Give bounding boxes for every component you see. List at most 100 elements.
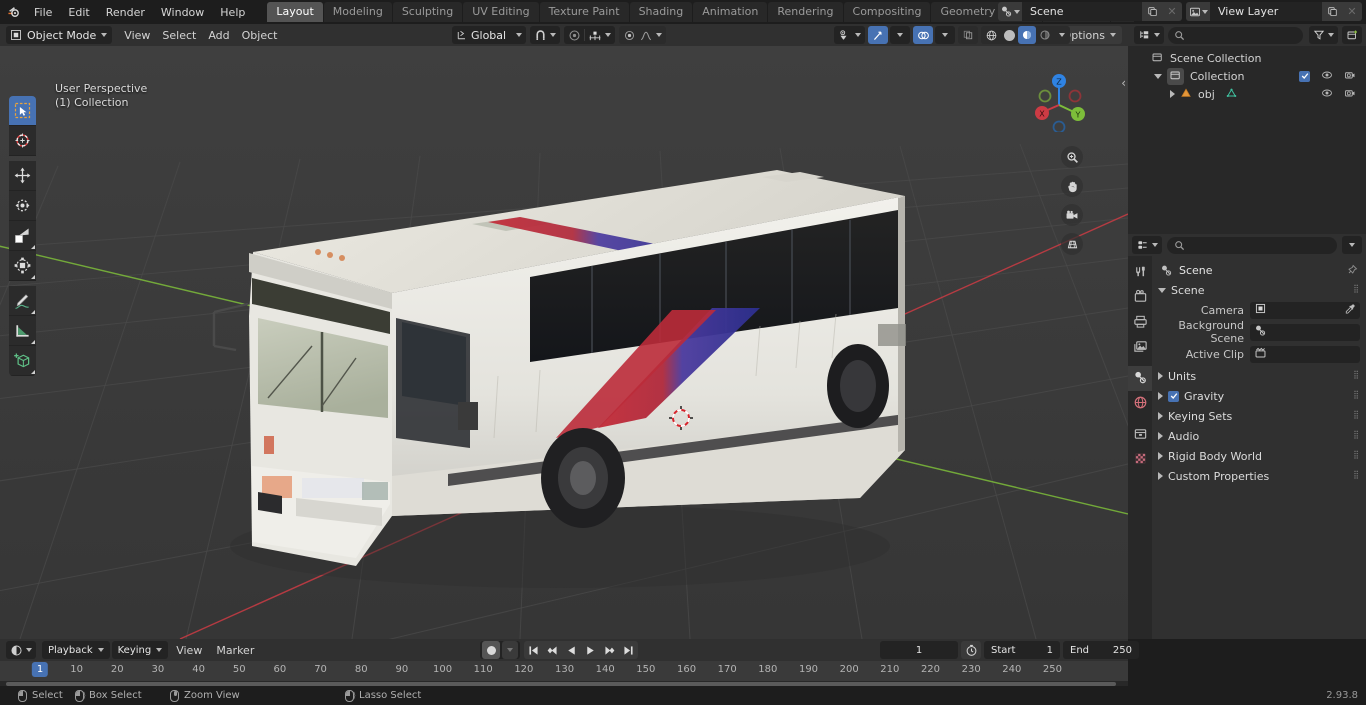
panel-grip-icon[interactable]: ⣿: [1353, 285, 1360, 293]
proportional-editing-controls[interactable]: [564, 26, 615, 44]
panel-header-audio[interactable]: Audio ⣿: [1152, 426, 1366, 446]
outliner-search-input[interactable]: [1168, 26, 1303, 44]
expander-right-icon[interactable]: [1158, 432, 1163, 440]
visibility-selector[interactable]: [834, 26, 865, 44]
tweak-select-tool[interactable]: [9, 96, 36, 126]
panel-grip-icon[interactable]: ⣿: [1353, 471, 1360, 479]
viewport-menu-select[interactable]: Select: [156, 26, 203, 44]
expander-right-icon[interactable]: [1158, 472, 1163, 480]
timeline-menu-marker[interactable]: Marker: [210, 641, 261, 659]
timeline-editor-type[interactable]: [6, 641, 36, 659]
panel-grip-icon[interactable]: ⣿: [1353, 391, 1360, 399]
proportional-falloff-controls[interactable]: [619, 26, 666, 44]
outliner-display-mode[interactable]: [1134, 26, 1164, 44]
material-preview-icon[interactable]: [1018, 26, 1036, 44]
copy-icon[interactable]: [1142, 2, 1162, 21]
play-reverse-icon[interactable]: [562, 641, 581, 659]
zoom-icon[interactable]: [1061, 146, 1083, 168]
texture-tab[interactable]: [1128, 447, 1152, 472]
snap-controls[interactable]: [530, 26, 560, 44]
scene-name[interactable]: Scene: [1022, 5, 1142, 18]
workspace-tab-animation[interactable]: Animation: [693, 2, 768, 22]
panel-grip-icon[interactable]: ⣿: [1353, 431, 1360, 439]
new-collection-icon[interactable]: [1342, 26, 1362, 44]
timeline-ruler[interactable]: 10 20 30 40 50 60 70 80 90 100 110 120 130 140 150 160 1…: [0, 661, 1128, 681]
properties-editor-type[interactable]: [1132, 236, 1162, 254]
timeline-menu-playback[interactable]: Playback: [42, 641, 110, 659]
expander-right-icon[interactable]: [1158, 412, 1163, 420]
prev-keyframe-icon[interactable]: [543, 641, 562, 659]
panel-header-units[interactable]: Units ⣿: [1152, 366, 1366, 386]
expander-right-icon[interactable]: [1158, 372, 1163, 380]
workspace-tab-uv-editing[interactable]: UV Editing: [463, 2, 539, 22]
solid-shading-icon[interactable]: [1000, 26, 1018, 44]
overlays-icon[interactable]: [913, 26, 933, 44]
wireframe-shading-icon[interactable]: [982, 26, 1000, 44]
blender-logo-icon[interactable]: [0, 0, 26, 24]
transform-orientation-selector[interactable]: Global: [452, 26, 526, 44]
x-icon[interactable]: ✕: [1342, 2, 1362, 21]
workspace-tab-modeling[interactable]: Modeling: [323, 2, 392, 22]
cursor-tool[interactable]: [9, 126, 36, 156]
sidebar-collapse-arrow[interactable]: ‹: [1121, 76, 1126, 90]
panel-header-rigid-body-world[interactable]: Rigid Body World ⣿: [1152, 446, 1366, 466]
frame-start-field[interactable]: Start 1: [984, 641, 1060, 659]
panel-header-custom-properties[interactable]: Custom Properties ⣿: [1152, 466, 1366, 486]
frame-end-field[interactable]: End 250: [1063, 641, 1139, 659]
workspace-tab-shading[interactable]: Shading: [629, 2, 693, 22]
current-frame-field[interactable]: 1: [880, 641, 958, 659]
outliner-filter-button[interactable]: [1309, 26, 1338, 44]
jump-end-icon[interactable]: [619, 641, 638, 659]
world-tab[interactable]: [1128, 391, 1152, 416]
viewport-menu-view[interactable]: View: [118, 26, 157, 44]
output-tab[interactable]: [1128, 310, 1152, 335]
outliner-row-obj[interactable]: obj: [1128, 85, 1366, 103]
pin-icon[interactable]: [1346, 264, 1358, 276]
object-tab[interactable]: [1128, 422, 1152, 447]
scale-tool[interactable]: [9, 221, 36, 251]
measure-tool[interactable]: [9, 316, 36, 346]
timeline-menu-view[interactable]: View: [170, 641, 209, 659]
viewport-menu-object[interactable]: Object: [235, 26, 284, 44]
pan-hand-icon[interactable]: [1061, 175, 1083, 197]
topbar-menu-render[interactable]: Render: [98, 3, 153, 22]
shading-modes[interactable]: [981, 26, 1070, 44]
gizmo-dropdown[interactable]: [890, 26, 910, 44]
topbar-menu-file[interactable]: File: [26, 3, 60, 22]
workspace-tab-compositing[interactable]: Compositing: [843, 2, 931, 22]
panel-checkbox[interactable]: [1168, 390, 1179, 402]
topbar-menu-help[interactable]: Help: [212, 3, 253, 22]
properties-options-dropdown[interactable]: [1342, 236, 1362, 254]
eyedropper-icon[interactable]: [1344, 303, 1356, 318]
viewport-menu-add[interactable]: Add: [202, 26, 236, 44]
expander-right-icon[interactable]: [1170, 90, 1175, 98]
render-tab[interactable]: [1128, 285, 1152, 310]
shading-dropdown[interactable]: [1054, 26, 1069, 44]
outliner-row-collection[interactable]: Collection: [1128, 67, 1366, 85]
viewlayer-name[interactable]: View Layer: [1210, 5, 1322, 18]
add-cube-tool[interactable]: [9, 346, 36, 376]
overlay-dropdown[interactable]: [935, 26, 955, 44]
workspace-tab-texture-paint[interactable]: Texture Paint: [539, 2, 629, 22]
xray-icon[interactable]: [958, 26, 978, 44]
property-field-camera[interactable]: [1250, 301, 1360, 319]
property-field-active-clip[interactable]: [1250, 345, 1360, 363]
camera-view-icon[interactable]: [1061, 204, 1083, 226]
mode-selector[interactable]: Object Mode: [6, 26, 113, 44]
panel-grip-icon[interactable]: ⣿: [1353, 451, 1360, 459]
timeline-menu-keying[interactable]: Keying: [111, 641, 169, 659]
outliner-checkbox[interactable]: [1299, 70, 1310, 82]
overlay-controls[interactable]: [913, 26, 955, 44]
outliner-row-scene-collection[interactable]: Scene Collection: [1128, 49, 1366, 67]
properties-search-input[interactable]: [1167, 236, 1337, 254]
next-keyframe-icon[interactable]: [600, 641, 619, 659]
panel-header-scene[interactable]: Scene ⣿: [1152, 280, 1366, 300]
expander-down-icon[interactable]: [1158, 287, 1166, 293]
topbar-menu-window[interactable]: Window: [153, 3, 212, 22]
panel-header-gravity[interactable]: Gravity ⣿: [1152, 386, 1366, 406]
tool-tab[interactable]: [1128, 260, 1152, 285]
show-gizmo-icon[interactable]: [868, 26, 888, 44]
eye-icon[interactable]: [1321, 87, 1333, 102]
rotate-tool[interactable]: [9, 191, 36, 221]
camera-icon[interactable]: [1344, 69, 1356, 84]
